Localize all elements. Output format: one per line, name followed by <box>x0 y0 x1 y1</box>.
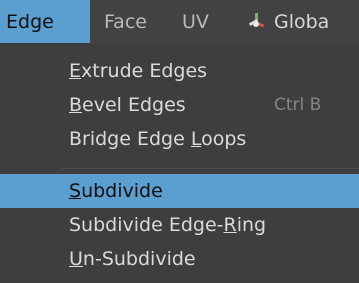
edge-menu-dropdown: Extrude Edges Bevel Edges Ctrl B Bridge … <box>0 43 359 283</box>
bevel-label-rest: evel Edges <box>82 94 186 116</box>
menu-item-label: Subdivide Edge-Ring <box>69 214 267 236</box>
bridge-label-end: oops <box>201 128 247 150</box>
menu-separator <box>60 168 359 169</box>
menu-item-label: Subdivide <box>69 180 163 202</box>
menu-item-bevel-edges[interactable]: Bevel Edges Ctrl B <box>0 88 359 122</box>
transform-orientation-dropdown[interactable]: Globa <box>232 0 339 43</box>
menu-item-label: Bridge Edge Loops <box>69 128 247 150</box>
menu-item-extrude-edges[interactable]: Extrude Edges <box>0 54 359 88</box>
menu-edge[interactable]: Edge <box>0 0 90 43</box>
extrude-label-rest: xtrude Edges <box>81 60 208 82</box>
un-subdivide-label-rest: n-Subdivide <box>82 248 196 270</box>
blender-edit-mode-ui: Edge Face UV Globa Extrude Edges Bevel E… <box>0 0 359 283</box>
menu-item-un-subdivide[interactable]: Un-Subdivide <box>0 242 359 276</box>
menu-item-shortcut: Ctrl B <box>274 95 322 115</box>
menu-item-label: Extrude Edges <box>69 60 208 82</box>
menu-edge-label: Edge <box>6 10 54 33</box>
menu-face-label: Face <box>104 10 147 33</box>
bridge-label-start: Bridge Edge <box>69 128 191 150</box>
menu-face[interactable]: Face <box>90 0 170 43</box>
menu-item-subdivide[interactable]: Subdivide <box>0 174 359 208</box>
transform-orientation-label: Globa <box>274 10 330 33</box>
menu-item-label: Bevel Edges <box>69 94 186 116</box>
edge-ring-label-start: Subdivide Edge- <box>69 214 224 236</box>
edge-ring-label-end: ing <box>236 214 267 236</box>
menu-uv-label: UV <box>182 10 209 33</box>
transform-orientation-icon <box>246 12 266 32</box>
menu-item-label: Un-Subdivide <box>69 248 196 270</box>
menu-item-subdivide-edge-ring[interactable]: Subdivide Edge-Ring <box>0 208 359 242</box>
header-menubar: Edge Face UV Globa <box>0 0 359 43</box>
subdivide-label-rest: ubdivide <box>81 180 163 202</box>
menu-uv[interactable]: UV <box>170 0 232 43</box>
menu-item-bridge-edge-loops[interactable]: Bridge Edge Loops <box>0 122 359 156</box>
